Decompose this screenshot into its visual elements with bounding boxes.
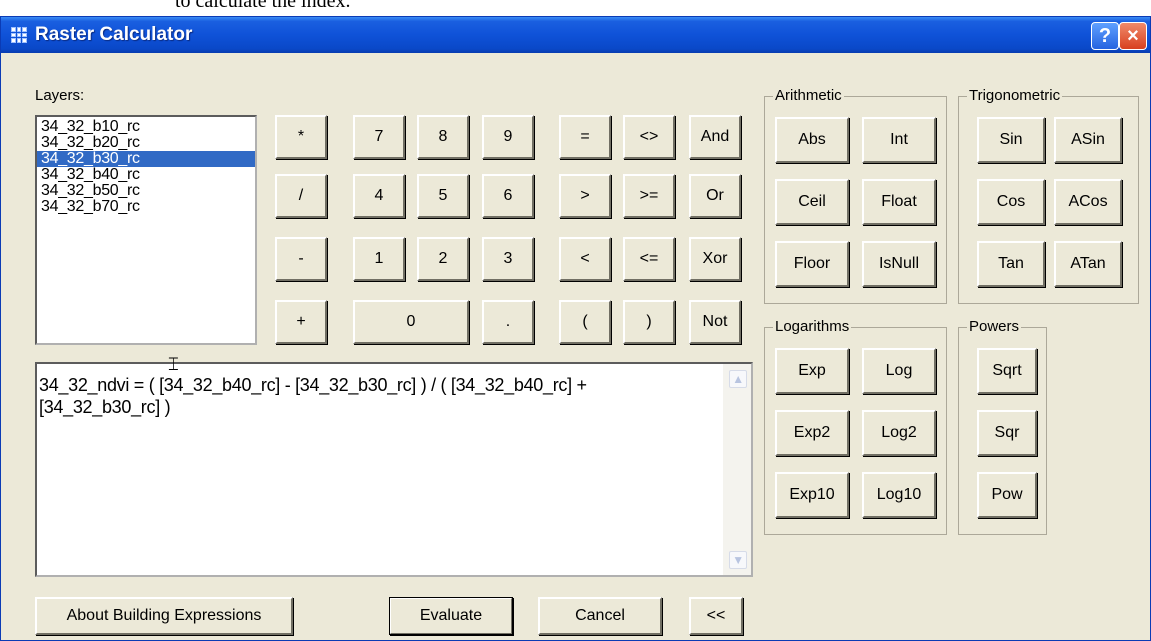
layer-item[interactable]: 34_32_b50_rc — [37, 183, 255, 199]
float-button[interactable]: Float — [862, 179, 936, 225]
layer-item-selected[interactable]: 34_32_b30_rc — [37, 151, 255, 167]
atan-button[interactable]: ATan — [1054, 241, 1122, 287]
multiply-button[interactable]: * — [275, 115, 327, 159]
int-button[interactable]: Int — [862, 117, 936, 163]
and-button[interactable]: And — [689, 115, 741, 159]
expression-textbox[interactable]: 34_32_ndvi = ( [34_32_b40_rc] - [34_32_b… — [35, 362, 753, 577]
sqrt-button[interactable]: Sqrt — [977, 348, 1037, 394]
pow-button[interactable]: Pow — [977, 472, 1037, 518]
trigonometric-label: Trigonometric — [967, 87, 1063, 104]
cos-button[interactable]: Cos — [977, 179, 1045, 225]
or-button[interactable]: Or — [689, 174, 741, 218]
window-title: Raster Calculator — [35, 24, 193, 45]
decimal-point-button[interactable]: . — [482, 300, 534, 344]
close-button[interactable]: × — [1119, 22, 1147, 50]
digit-8-button[interactable]: 8 — [417, 115, 469, 159]
divide-button[interactable]: / — [275, 174, 327, 218]
about-building-expressions-button[interactable]: About Building Expressions — [35, 597, 293, 635]
digit-6-button[interactable]: 6 — [482, 174, 534, 218]
evaluate-button[interactable]: Evaluate — [389, 597, 513, 635]
less-than-button[interactable]: < — [559, 237, 611, 281]
tan-button[interactable]: Tan — [977, 241, 1045, 287]
grid-icon — [11, 27, 27, 43]
arithmetic-label: Arithmetic — [773, 87, 844, 104]
digit-1-button[interactable]: 1 — [353, 237, 405, 281]
trigonometric-group: Trigonometric Sin ASin Cos ACos Tan ATan — [958, 87, 1139, 304]
digit-4-button[interactable]: 4 — [353, 174, 405, 218]
greater-than-button[interactable]: > — [559, 174, 611, 218]
digit-3-button[interactable]: 3 — [482, 237, 534, 281]
help-button[interactable]: ? — [1091, 22, 1119, 50]
powers-group: Powers Sqrt Sqr Pow — [958, 318, 1047, 535]
title-bar[interactable]: Raster Calculator ? × — [1, 17, 1150, 53]
layers-label: Layers: — [35, 87, 85, 104]
i-beam-cursor-icon: ⌶ — [168, 354, 179, 374]
layer-item[interactable]: 34_32_b40_rc — [37, 167, 255, 183]
expression-text: 34_32_ndvi = ( [34_32_b40_rc] - [34_32_b… — [39, 375, 587, 417]
right-paren-button[interactable]: ) — [623, 300, 675, 344]
not-equal-button[interactable]: <> — [623, 115, 675, 159]
digit-2-button[interactable]: 2 — [417, 237, 469, 281]
logarithms-label: Logarithms — [773, 318, 852, 335]
log10-button[interactable]: Log10 — [862, 472, 936, 518]
greater-equal-button[interactable]: >= — [623, 174, 675, 218]
layer-item[interactable]: 34_32_b70_rc — [37, 199, 255, 215]
left-paren-button[interactable]: ( — [559, 300, 611, 344]
abs-button[interactable]: Abs — [775, 117, 849, 163]
layer-item[interactable]: 34_32_b10_rc — [37, 119, 255, 135]
layers-list[interactable]: 34_32_b10_rc 34_32_b20_rc 34_32_b30_rc 3… — [35, 115, 257, 345]
digit-0-button[interactable]: 0 — [353, 300, 469, 344]
arithmetic-group: Arithmetic Abs Int Ceil Float Floor IsNu… — [764, 87, 947, 304]
expression-scrollbar[interactable]: ▲ ▼ — [723, 364, 751, 575]
minus-button[interactable]: - — [275, 237, 327, 281]
xor-button[interactable]: Xor — [689, 237, 741, 281]
cancel-button[interactable]: Cancel — [538, 597, 662, 635]
exp10-button[interactable]: Exp10 — [775, 472, 849, 518]
not-button[interactable]: Not — [689, 300, 741, 344]
less-equal-button[interactable]: <= — [623, 237, 675, 281]
layer-item[interactable]: 34_32_b20_rc — [37, 135, 255, 151]
digit-7-button[interactable]: 7 — [353, 115, 405, 159]
arrow-down-icon[interactable]: ▼ — [729, 551, 747, 569]
plus-button[interactable]: + — [275, 300, 327, 344]
equal-button[interactable]: = — [559, 115, 611, 159]
powers-label: Powers — [967, 318, 1022, 335]
arrow-up-icon[interactable]: ▲ — [729, 370, 747, 388]
logarithms-group: Logarithms Exp Log Exp2 Log2 Exp10 Log10 — [764, 318, 947, 535]
exp-button[interactable]: Exp — [775, 348, 849, 394]
digit-9-button[interactable]: 9 — [482, 115, 534, 159]
collapse-button[interactable]: << — [689, 597, 743, 635]
sin-button[interactable]: Sin — [977, 117, 1045, 163]
digit-5-button[interactable]: 5 — [417, 174, 469, 218]
asin-button[interactable]: ASin — [1054, 117, 1122, 163]
log2-button[interactable]: Log2 — [862, 410, 936, 456]
isnull-button[interactable]: IsNull — [862, 241, 936, 287]
document-text: to calculate the index. — [175, 0, 351, 12]
raster-calculator-window: Raster Calculator ? × Layers: 34_32_b10_… — [0, 16, 1151, 641]
floor-button[interactable]: Floor — [775, 241, 849, 287]
acos-button[interactable]: ACos — [1054, 179, 1122, 225]
ceil-button[interactable]: Ceil — [775, 179, 849, 225]
exp2-button[interactable]: Exp2 — [775, 410, 849, 456]
sqr-button[interactable]: Sqr — [977, 410, 1037, 456]
log-button[interactable]: Log — [862, 348, 936, 394]
